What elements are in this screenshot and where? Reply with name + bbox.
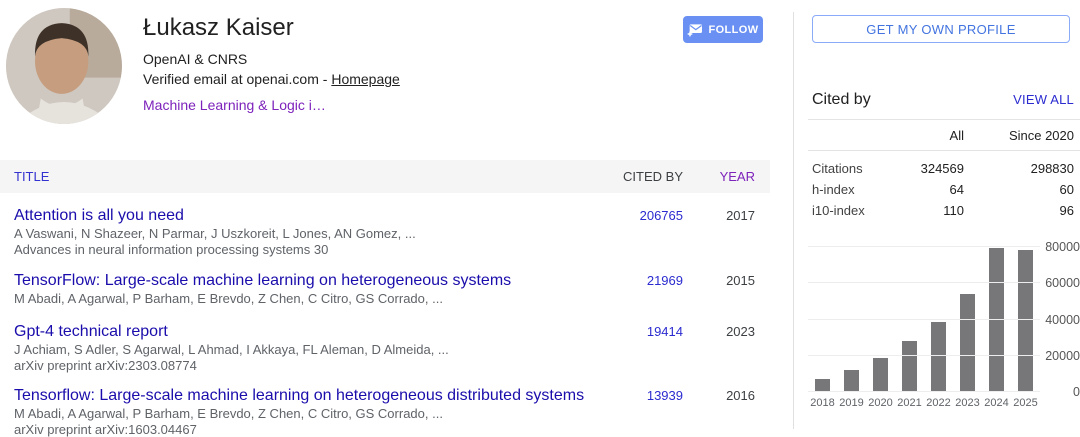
chart-gridline bbox=[808, 246, 1040, 247]
chart-x-tick-label: 2023 bbox=[955, 397, 980, 409]
publication-authors: M Abadi, A Agarwal, P Barham, E Brevdo, … bbox=[14, 407, 443, 421]
publication-year: 2017 bbox=[726, 208, 755, 223]
chart-gridline bbox=[808, 391, 1040, 392]
chart-y-tick-label: 60000 bbox=[1045, 276, 1080, 291]
metric-value-since: 60 bbox=[1059, 182, 1074, 197]
chart-bar-2024[interactable] bbox=[989, 247, 1004, 392]
metric-row-citations: Citations 324569 298830 bbox=[812, 158, 1074, 179]
publication-title-link[interactable]: Gpt-4 technical report bbox=[14, 322, 604, 341]
verified-email-text: Verified email at openai.com - bbox=[143, 71, 332, 87]
follow-button[interactable]: FOLLOW bbox=[683, 16, 763, 43]
publication-year: 2023 bbox=[726, 324, 755, 339]
divider bbox=[808, 119, 1080, 120]
interests-link[interactable]: Machine Learning & Logic i… bbox=[143, 97, 326, 113]
cited-by-count-link[interactable]: 206765 bbox=[640, 208, 683, 223]
chart-bars bbox=[808, 247, 1040, 392]
verified-email-line: Verified email at openai.com - Homepage bbox=[143, 71, 400, 87]
cited-by-count-link[interactable]: 21969 bbox=[647, 273, 683, 288]
chart-gridline bbox=[808, 318, 1040, 320]
chart-x-tick-label: 2019 bbox=[839, 397, 864, 409]
publication-authors: A Vaswani, N Shazeer, N Parmar, J Uszkor… bbox=[14, 227, 416, 241]
metric-value-all: 110 bbox=[943, 203, 964, 218]
cited-by-count-link[interactable]: 13939 bbox=[647, 388, 683, 403]
column-header-title[interactable]: TITLE bbox=[14, 169, 49, 184]
envelope-plus-icon bbox=[688, 23, 703, 36]
chart-gridline bbox=[808, 354, 1040, 356]
chart-x-tick-label: 2020 bbox=[868, 397, 893, 409]
metric-row-h-index: h-index 64 60 bbox=[812, 179, 1074, 200]
profile-info: Łukasz Kaiser OpenAI & CNRS Verified ema… bbox=[143, 14, 400, 113]
metric-label[interactable]: i10-index bbox=[812, 203, 886, 218]
chart-y-tick-label: 0 bbox=[1073, 385, 1080, 399]
publication-authors: M Abadi, A Agarwal, P Barham, E Brevdo, … bbox=[14, 292, 443, 306]
citations-bar-chart bbox=[808, 246, 1040, 392]
chart-gridline bbox=[808, 282, 1040, 284]
chart-y-tick-label: 20000 bbox=[1045, 348, 1080, 363]
metric-value-since: 96 bbox=[1059, 203, 1074, 218]
chart-x-tick-label: 2025 bbox=[1013, 397, 1038, 409]
citation-metrics-table: Citations 324569 298830 h-index 64 60 i1… bbox=[812, 158, 1074, 221]
metric-value-all: 64 bbox=[949, 182, 964, 197]
publication-venue: Advances in neural information processin… bbox=[14, 243, 329, 257]
get-my-own-profile-button[interactable]: GET MY OWN PROFILE bbox=[812, 15, 1070, 43]
chart-y-axis-labels: 0 20000 40000 60000 80000 bbox=[1045, 240, 1080, 399]
publication-title-link[interactable]: Tensorflow: Large-scale machine learning… bbox=[14, 386, 604, 405]
publication-title-link[interactable]: TensorFlow: Large-scale machine learning… bbox=[14, 271, 604, 290]
column-header-cited-by[interactable]: CITED BY bbox=[623, 169, 683, 184]
chart-bar-2023[interactable] bbox=[960, 294, 975, 392]
view-all-link[interactable]: VIEW ALL bbox=[1013, 92, 1074, 107]
publication-venue: arXiv preprint arXiv:2303.08774 bbox=[14, 359, 197, 373]
chart-bar-2019[interactable] bbox=[844, 370, 859, 392]
follow-button-label: FOLLOW bbox=[708, 23, 759, 36]
portrait-placeholder-image bbox=[6, 8, 122, 124]
publication-authors: J Achiam, S Adler, S Agarwal, L Ahmad, I… bbox=[14, 343, 449, 357]
publication-year: 2016 bbox=[726, 388, 755, 403]
table-row: TensorFlow: Large-scale machine learning… bbox=[0, 257, 770, 306]
chart-bar-slot bbox=[808, 247, 837, 392]
metric-row-i10-index: i10-index 110 96 bbox=[812, 200, 1074, 221]
column-header-since-2020: Since 2020 bbox=[1008, 128, 1074, 143]
citations-column-headers: All Since 2020 bbox=[812, 128, 1074, 143]
publication-year: 2015 bbox=[726, 273, 755, 288]
table-row: Gpt-4 technical report J Achiam, S Adler… bbox=[0, 306, 770, 373]
metric-value-since: 298830 bbox=[1030, 161, 1074, 176]
column-header-all: All bbox=[949, 128, 964, 143]
metric-value-all: 324569 bbox=[920, 161, 964, 176]
chart-x-tick-label: 2021 bbox=[897, 397, 922, 409]
chart-bar-slot bbox=[953, 247, 982, 392]
publications-table-header: TITLE CITED BY YEAR bbox=[0, 160, 770, 193]
metric-label[interactable]: Citations bbox=[812, 161, 886, 176]
chart-bar-slot bbox=[982, 247, 1011, 392]
chart-x-axis-labels: 2018 2019 2020 2021 2022 2023 2024 2025 bbox=[808, 397, 1040, 409]
chart-bar-2020[interactable] bbox=[873, 357, 888, 392]
divider bbox=[808, 150, 1080, 151]
chart-x-tick-label: 2022 bbox=[926, 397, 951, 409]
chart-bar-slot bbox=[1011, 247, 1040, 392]
publications-list: Attention is all you need A Vaswani, N S… bbox=[0, 193, 770, 437]
chart-bar-slot bbox=[924, 247, 953, 392]
publication-title-link[interactable]: Attention is all you need bbox=[14, 206, 604, 225]
chart-y-tick-label: 80000 bbox=[1045, 240, 1080, 254]
homepage-link[interactable]: Homepage bbox=[331, 71, 400, 87]
publication-venue: arXiv preprint arXiv:1603.04467 bbox=[14, 423, 197, 437]
chart-bar-2025[interactable] bbox=[1018, 249, 1033, 392]
table-row: Tensorflow: Large-scale machine learning… bbox=[0, 373, 770, 437]
profile-name: Łukasz Kaiser bbox=[143, 14, 294, 41]
chart-bar-slot bbox=[866, 247, 895, 392]
chart-x-tick-label: 2024 bbox=[984, 397, 1009, 409]
chart-bar-2021[interactable] bbox=[902, 341, 917, 392]
chart-x-tick-label: 2018 bbox=[810, 397, 835, 409]
chart-bar-2022[interactable] bbox=[931, 322, 946, 392]
profile-affiliation: OpenAI & CNRS bbox=[143, 51, 248, 67]
cited-by-heading: Cited by bbox=[812, 91, 871, 108]
vertical-divider bbox=[793, 12, 794, 429]
chart-bar-slot bbox=[895, 247, 924, 392]
metric-label[interactable]: h-index bbox=[812, 182, 886, 197]
chart-y-tick-label: 40000 bbox=[1045, 312, 1080, 327]
column-header-year[interactable]: YEAR bbox=[720, 169, 755, 184]
chart-bar-slot bbox=[837, 247, 866, 392]
table-row: Attention is all you need A Vaswani, N S… bbox=[0, 193, 770, 257]
cited-by-count-link[interactable]: 19414 bbox=[647, 324, 683, 339]
profile-photo[interactable] bbox=[6, 8, 122, 124]
